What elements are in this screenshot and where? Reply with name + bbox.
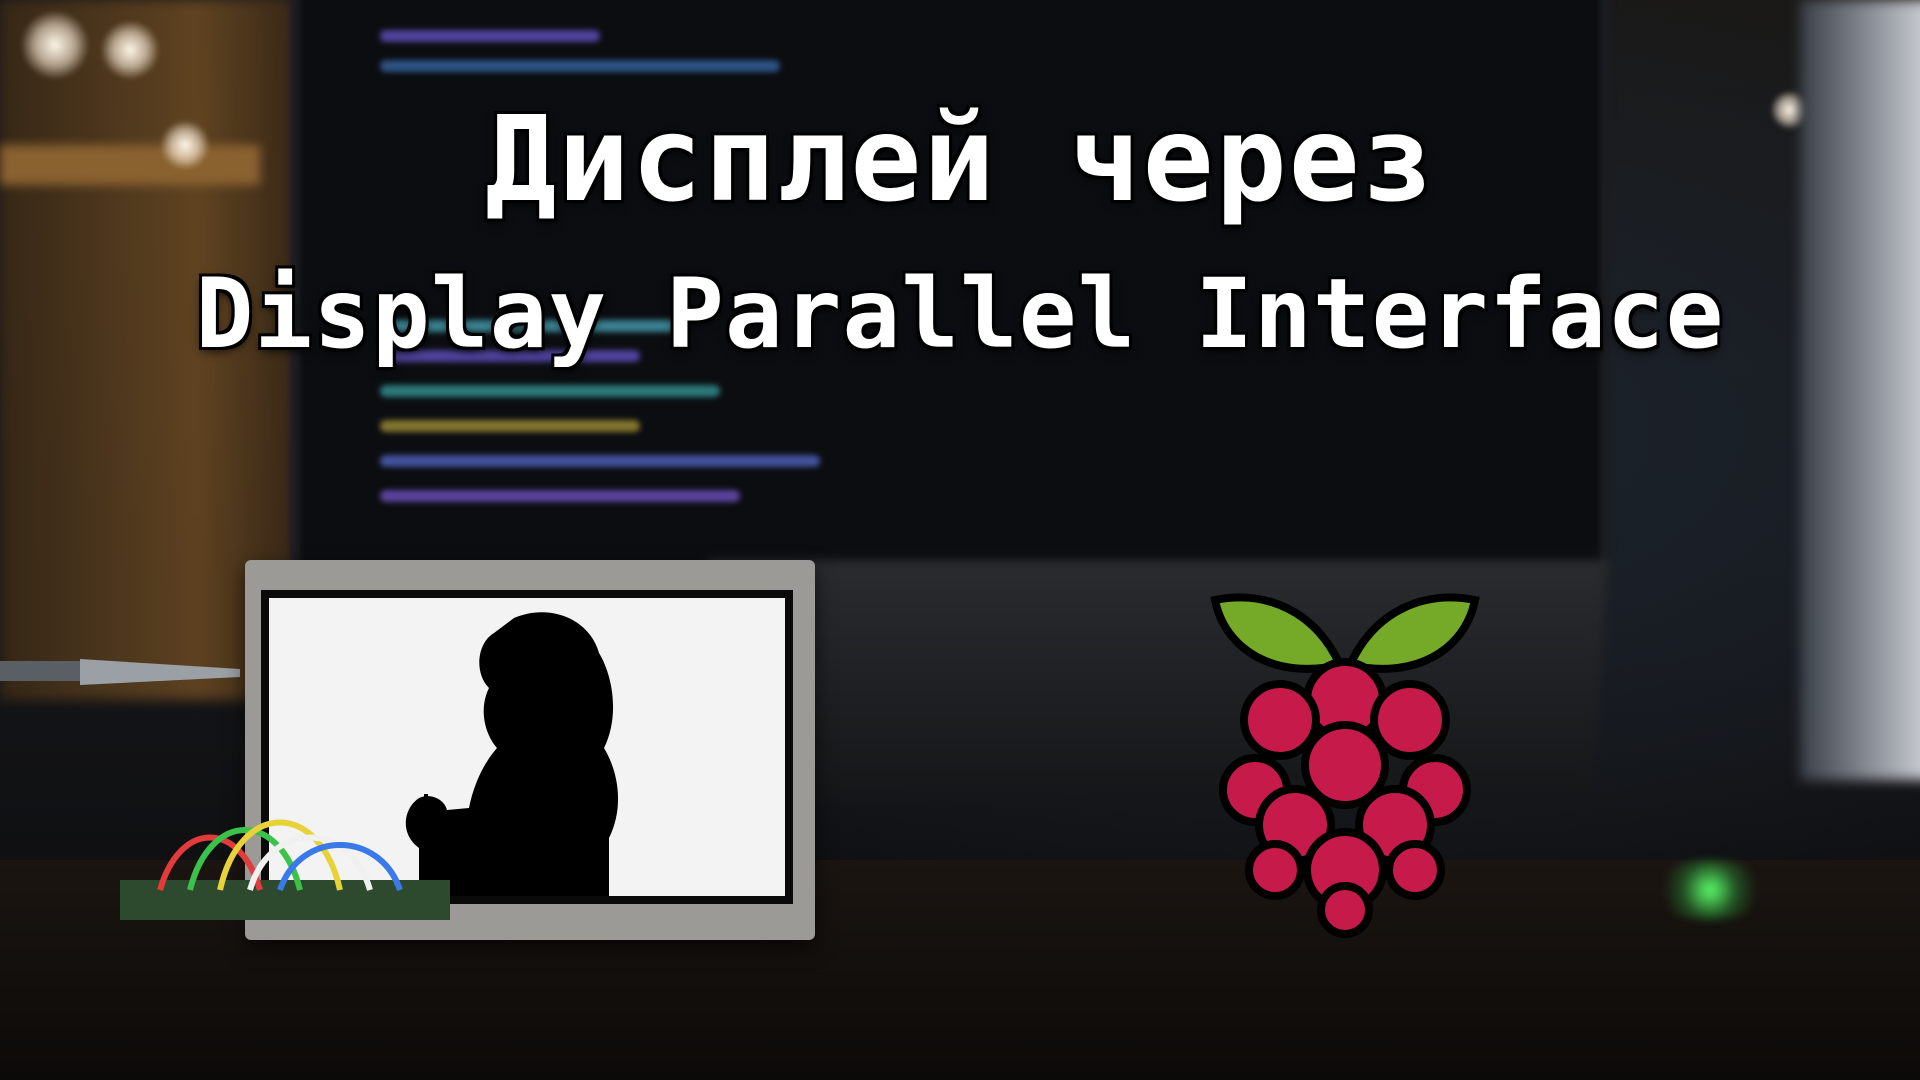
code-line (380, 30, 600, 42)
code-line (380, 420, 640, 432)
title-line-1: Дисплей через (485, 90, 1435, 228)
jumper-wires (120, 819, 450, 920)
alligator-clip (0, 659, 240, 685)
bokeh-light (20, 10, 90, 80)
raspberry-pi-logo-icon (1210, 593, 1480, 938)
mouse-led-glow (1650, 860, 1770, 920)
code-line (380, 490, 740, 502)
bokeh-light (100, 20, 160, 80)
code-line (380, 60, 780, 72)
code-line (380, 455, 820, 467)
title-line-2: Display Parallel Interface (195, 258, 1725, 370)
code-line (380, 385, 720, 397)
